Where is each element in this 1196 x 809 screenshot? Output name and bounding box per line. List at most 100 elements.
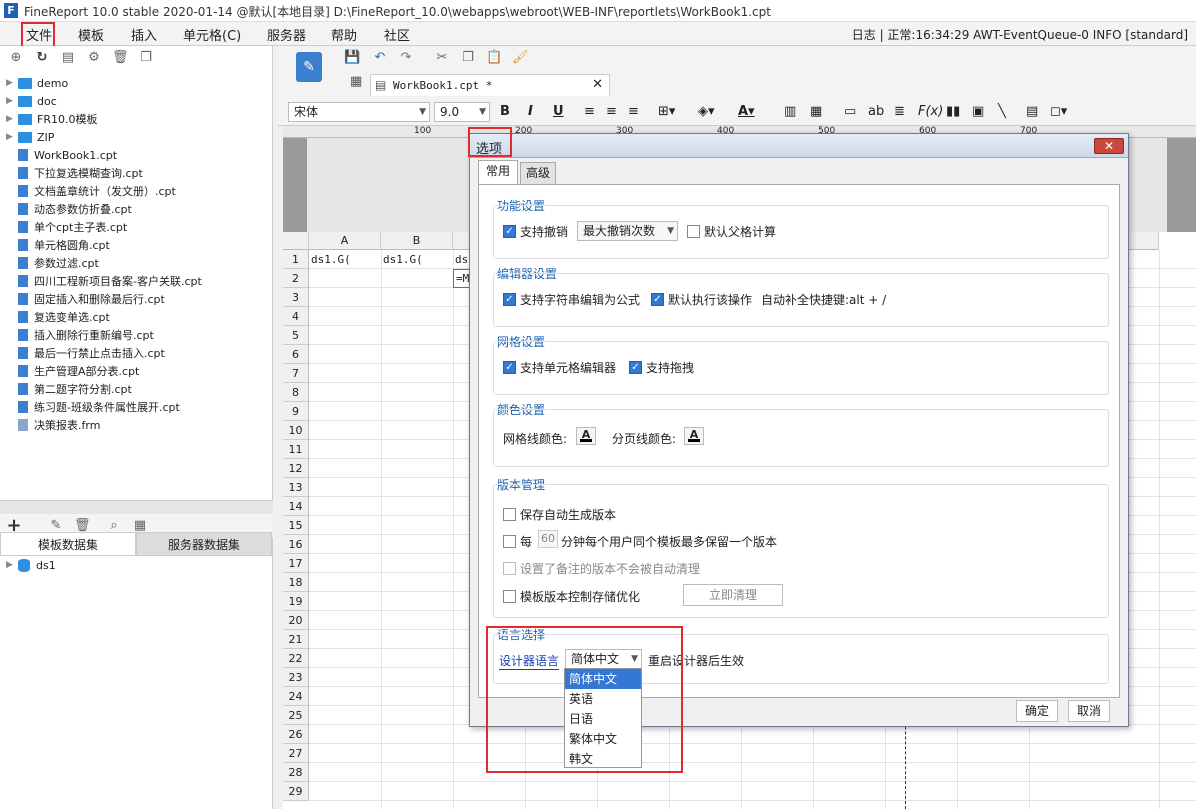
font-select[interactable]: 宋体 ▼ [288,102,430,122]
drag-checkbox[interactable]: ✓ 支持拖拽 [629,359,694,376]
rich-text-icon[interactable]: ≣ [894,104,905,119]
column-header[interactable]: A [309,232,381,250]
fill-color-icon[interactable]: ◈▾ [698,104,715,119]
redo-icon[interactable]: ↷ [398,50,414,66]
close-tab-icon[interactable]: ✕ [592,77,603,92]
menu-community[interactable]: 社区 [384,25,410,44]
optimize-checkbox[interactable]: 模板版本控制存储优化 [503,588,640,605]
row-header[interactable]: 22 [283,649,309,668]
default-exec-checkbox[interactable]: ✓ 默认执行该操作 [651,291,752,308]
row-header[interactable]: 19 [283,592,309,611]
row-header[interactable]: 6 [283,345,309,364]
row-header[interactable]: 21 [283,630,309,649]
row-header[interactable]: 28 [283,763,309,782]
row-header[interactable]: 4 [283,307,309,326]
formula-icon[interactable]: F(x) [918,104,943,119]
dataset-item[interactable]: ▶ ds1 [6,556,56,574]
align-left-icon[interactable]: ≡ [584,104,595,119]
italic-button[interactable]: I [528,104,533,119]
row-header[interactable]: 14 [283,497,309,516]
settings-icon[interactable]: ⚙ [86,50,102,66]
tree-folder[interactable]: ▶ FR10.0模板 [6,110,97,128]
tree-folder[interactable]: ▶ doc [6,92,57,110]
size-select[interactable]: 9.0 ▼ [434,102,490,122]
underline-button[interactable]: U [553,104,564,119]
grid-color-swatch[interactable]: A [576,427,596,445]
row-header[interactable]: 26 [283,725,309,744]
delete-icon[interactable]: 🗑 [112,50,129,66]
text-icon[interactable]: ab [868,104,884,119]
row-header[interactable]: 13 [283,478,309,497]
tree-file[interactable]: 第二题字符分割.cpt [6,380,132,398]
interval-checkbox[interactable]: 每 [503,533,532,550]
expand-arrow-icon[interactable]: ▶ [6,132,18,142]
merge-icon[interactable]: ▥ [784,104,796,119]
expand-arrow-icon[interactable]: ▶ [6,96,18,106]
template-icon[interactable]: ✎ [296,52,322,82]
tree-file[interactable]: 下拉复选模糊查询.cpt [6,164,143,182]
ok-button[interactable]: 确定 [1016,700,1058,722]
grid-view-icon[interactable]: ▦ [350,74,368,94]
row-header[interactable]: 3 [283,288,309,307]
cell-editor-checkbox[interactable]: ✓ 支持单元格编辑器 [503,359,616,376]
tree-file[interactable]: WorkBook1.cpt [6,146,117,164]
open-icon[interactable]: ▤ [60,50,76,66]
log-status[interactable]: 日志 | 正常:16:34:29 AWT-EventQueue-0 INFO [… [852,26,1188,43]
undo-count-select[interactable]: 最大撤销次数 ▼ [577,221,678,241]
tree-file[interactable]: 单个cpt主子表.cpt [6,218,127,236]
image-icon[interactable]: ▣ [972,104,984,119]
chart-icon[interactable]: ▮▮ [946,104,960,119]
tree-file[interactable]: 单元格圆角.cpt [6,236,110,254]
font-color-icon[interactable]: A▾ [738,104,755,119]
tree-folder[interactable]: ▶ ZIP [6,128,54,146]
copy-icon[interactable]: ❐ [138,50,154,66]
align-center-icon[interactable]: ≡ [606,104,617,119]
tab-advanced[interactable]: 高级 [520,162,556,184]
minutes-input[interactable]: 60 [538,530,558,548]
tree-file[interactable]: 生产管理A部分表.cpt [6,362,139,380]
tree-file[interactable]: 练习题-班级条件属性展开.cpt [6,398,180,416]
format-brush-icon[interactable]: 🖌 [512,50,529,66]
expand-arrow-icon[interactable]: ▶ [6,78,18,88]
auto-version-checkbox[interactable]: 保存自动生成版本 [503,506,616,523]
align-right-icon[interactable]: ≡ [628,104,639,119]
unmerge-icon[interactable]: ▦ [810,104,822,119]
row-header[interactable]: 25 [283,706,309,725]
cell-B1[interactable]: ds1.G( [383,253,451,266]
column-header[interactable]: B [381,232,453,250]
tab-workbook[interactable]: ▤ WorkBook1.cpt * ✕ [370,74,610,96]
tree-file[interactable]: 文档盖章统计（发文册）.cpt [6,182,176,200]
menu-template[interactable]: 模板 [78,25,104,44]
cell-A1[interactable]: ds1.G( [311,253,379,266]
cancel-button[interactable]: 取消 [1068,700,1110,722]
row-header[interactable]: 16 [283,535,309,554]
cut-icon[interactable]: ✂ [434,50,450,66]
refresh-icon[interactable]: ↻ [34,50,50,66]
row-header[interactable]: 2 [283,269,309,288]
tab-server-dataset[interactable]: 服务器数据集 [136,532,272,556]
row-header[interactable]: 1 [283,250,309,269]
tree-file[interactable]: 参数过滤.cpt [6,254,99,272]
row-header[interactable]: 23 [283,668,309,687]
bold-button[interactable]: B [500,104,510,119]
parent-calc-checkbox[interactable]: 默认父格计算 [687,223,776,240]
tab-general[interactable]: 常用 [478,160,518,184]
menu-cell[interactable]: 单元格(C) [183,25,241,44]
tree-file[interactable]: 插入删除行重新编号.cpt [6,326,154,344]
slash-icon[interactable]: ╲ [998,104,1006,119]
text-field-icon[interactable]: ▭ [844,104,856,119]
row-header[interactable]: 12 [283,459,309,478]
tab-template-dataset[interactable]: 模板数据集 [0,532,136,556]
undo-icon[interactable]: ↶ [372,50,388,66]
page-color-swatch[interactable]: A [684,427,704,445]
subreport-icon[interactable]: ▤ [1026,104,1038,119]
formula-checkbox[interactable]: ✓ 支持字符串编辑为公式 [503,291,640,308]
menu-server[interactable]: 服务器 [267,25,306,44]
border-icon[interactable]: ⊞▾ [658,104,675,119]
row-header[interactable]: 10 [283,421,309,440]
save-icon[interactable]: 💾 [344,50,360,66]
remark-checkbox[interactable]: 设置了备注的版本不会被自动清理 [503,560,700,577]
row-header[interactable]: 5 [283,326,309,345]
row-header[interactable]: 29 [283,782,309,801]
splitter[interactable] [0,500,273,514]
